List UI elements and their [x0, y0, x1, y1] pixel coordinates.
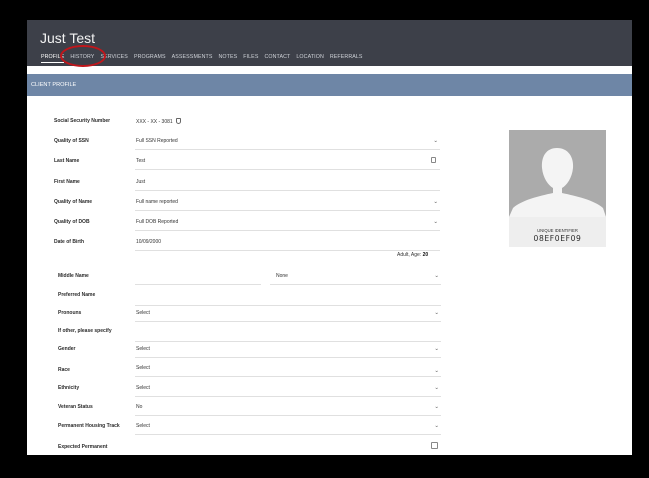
tab-referrals[interactable]: REFERRALS — [330, 53, 363, 64]
ethnicity-row: Ethnicity Select ⌄ — [58, 383, 444, 397]
pronouns-row: Pronouns Select ⌄ — [58, 308, 444, 322]
ssn-quality-label: Quality of SSN — [54, 138, 89, 144]
ssn-quality-row: Quality of SSN Full SSN Reported ⌄ — [54, 136, 444, 150]
chevron-down-icon: ⌄ — [434, 346, 439, 352]
avatar-silhouette-icon — [509, 130, 606, 217]
pronouns-value: Select — [136, 310, 150, 316]
chevron-down-icon: ⌄ — [433, 219, 438, 225]
ethnicity-value: Select — [136, 385, 150, 391]
preferred-name-label: Preferred Name — [58, 292, 96, 298]
chevron-down-icon: ⌄ — [434, 385, 439, 391]
gender-select[interactable]: Select ⌄ — [135, 344, 441, 358]
ssn-quality-value: Full SSN Reported — [136, 138, 178, 144]
chevron-down-icon: ⌄ — [433, 138, 438, 144]
unique-identifier-value: 08EF0EF09 — [533, 234, 582, 243]
dob-value: 10/09/2000 — [136, 239, 162, 245]
name-suffix-value: None — [276, 273, 288, 279]
last-name-row: Last Name Test — [54, 156, 444, 170]
id-card-icon[interactable] — [431, 157, 436, 163]
age-summary: Adult, Age: 20 — [397, 252, 428, 259]
first-name-value: Just — [136, 179, 146, 185]
ssn-label: Social Security Number — [54, 118, 111, 124]
if-other-input[interactable] — [135, 328, 441, 342]
tab-notes[interactable]: NOTES — [218, 53, 237, 64]
veteran-value: No — [136, 404, 143, 410]
pronouns-select[interactable]: Select ⌄ — [135, 308, 441, 322]
dob-quality-value: Full DOB Reported — [136, 219, 179, 225]
dob-input[interactable]: 10/09/2000 — [135, 237, 440, 251]
housing-track-label: Permanent Housing Track — [58, 423, 120, 429]
dob-quality-select[interactable]: Full DOB Reported ⌄ — [135, 217, 440, 231]
client-name: Just Test — [40, 30, 95, 46]
chevron-down-icon: ⌄ — [434, 310, 439, 316]
app-header: Just Test PROFILE HISTORY SERVICES PROGR… — [27, 20, 632, 67]
profile-photo[interactable] — [509, 130, 606, 217]
tab-programs[interactable]: PROGRAMS — [134, 53, 166, 64]
housing-track-select[interactable]: Select ⌄ — [135, 421, 441, 435]
name-quality-row: Quality of Name Full name reported ⌄ — [54, 197, 444, 211]
race-value: Select — [136, 365, 150, 371]
tab-contact[interactable]: CONTACT — [264, 53, 290, 64]
first-name-label: First Name — [54, 179, 80, 185]
last-name-input[interactable]: Test — [135, 156, 440, 170]
dob-row: Date of Birth 10/09/2000 — [54, 237, 444, 251]
ssn-value: XXX - XX - 3081 — [136, 119, 173, 125]
middle-name-label: Middle Name — [58, 273, 89, 279]
chevron-down-icon: ⌄ — [434, 423, 439, 429]
last-name-label: Last Name — [54, 158, 80, 164]
last-name-value: Test — [136, 158, 146, 164]
veteran-row: Veteran Status No ⌄ — [58, 402, 444, 416]
dob-quality-row: Quality of DOB Full DOB Reported ⌄ — [54, 217, 444, 231]
first-name-input[interactable]: Just — [135, 177, 440, 191]
if-other-row: If other, please specify — [58, 326, 444, 342]
chevron-down-icon: ⌄ — [434, 404, 439, 410]
housing-track-row: Permanent Housing Track Select ⌄ — [58, 421, 444, 435]
tab-assessments[interactable]: ASSESSMENTS — [172, 53, 213, 64]
preferred-name-row: Preferred Name — [58, 290, 444, 306]
housing-track-value: Select — [136, 423, 150, 429]
expected-permanent-row: Expected Permanent — [58, 442, 444, 455]
gender-value: Select — [136, 346, 150, 352]
age-label: Adult, Age: — [397, 252, 422, 258]
ssn-quality-select[interactable]: Full SSN Reported ⌄ — [135, 136, 440, 150]
age-value: 20 — [422, 252, 429, 258]
race-row: Race Select ⌄ — [58, 363, 444, 377]
race-label: Race — [58, 367, 70, 373]
expected-permanent-input[interactable] — [135, 442, 441, 455]
name-suffix-select[interactable]: None ⌄ — [270, 271, 441, 285]
expected-permanent-label: Expected Permanent — [58, 444, 108, 450]
client-profile-screen: Just Test PROFILE HISTORY SERVICES PROGR… — [27, 20, 632, 455]
pronouns-label: Pronouns — [58, 310, 82, 316]
chevron-down-icon: ⌄ — [434, 273, 439, 279]
ssn-row: Social Security Number XXX - XX - 3081 — [54, 116, 444, 130]
section-title: CLIENT PROFILE — [31, 82, 77, 88]
name-quality-label: Quality of Name — [54, 199, 93, 205]
tab-location[interactable]: LOCATION — [296, 53, 323, 64]
dob-quality-label: Quality of DOB — [54, 219, 90, 225]
middle-name-row: Middle Name None ⌄ — [58, 271, 444, 285]
unique-identifier-card: UNIQUE IDENTIFIER 08EF0EF09 — [509, 217, 606, 247]
ssn-field: XXX - XX - 3081 — [135, 116, 215, 130]
name-quality-select[interactable]: Full name reported ⌄ — [135, 197, 440, 211]
veteran-select[interactable]: No ⌄ — [135, 402, 441, 416]
tab-files[interactable]: FILES — [243, 53, 258, 64]
dob-label: Date of Birth — [54, 239, 84, 245]
ethnicity-label: Ethnicity — [58, 385, 80, 391]
if-other-label: If other, please specify — [58, 328, 112, 334]
section-header: CLIENT PROFILE — [27, 74, 632, 96]
history-highlight-annotation — [60, 45, 106, 67]
middle-name-input[interactable] — [135, 271, 261, 285]
name-quality-value: Full name reported — [136, 199, 178, 205]
veteran-label: Veteran Status — [58, 404, 93, 410]
calendar-icon[interactable] — [431, 442, 438, 449]
shield-icon[interactable] — [175, 118, 181, 124]
preferred-name-input[interactable] — [135, 292, 441, 306]
race-select[interactable]: Select ⌄ — [135, 363, 441, 377]
gender-label: Gender — [58, 346, 76, 352]
chevron-down-icon: ⌄ — [434, 368, 439, 374]
chevron-down-icon: ⌄ — [433, 199, 438, 205]
first-name-row: First Name Just — [54, 177, 444, 191]
gender-row: Gender Select ⌄ — [58, 344, 444, 358]
ethnicity-select[interactable]: Select ⌄ — [135, 383, 441, 397]
